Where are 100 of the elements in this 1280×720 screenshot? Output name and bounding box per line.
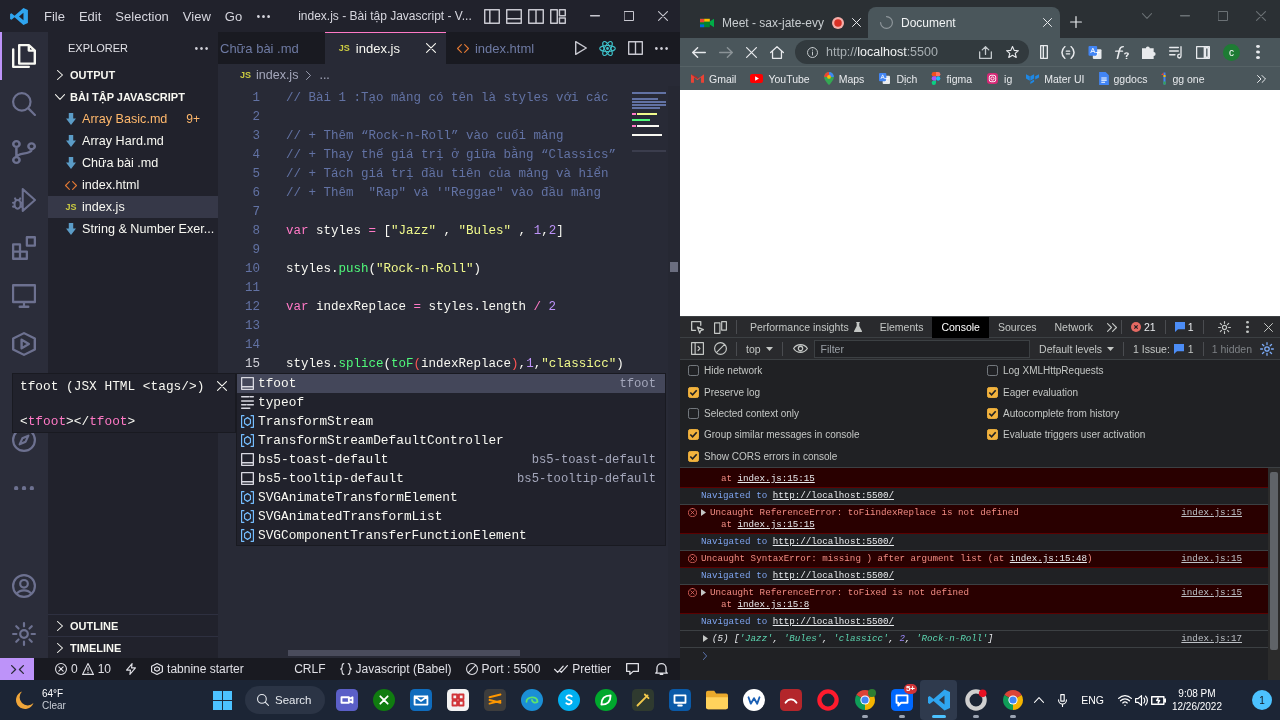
source-link[interactable]: index.js:15:8 — [737, 598, 810, 610]
extension-status[interactable]: tabnine starter — [144, 658, 251, 680]
bookmark[interactable]: ig — [979, 72, 1020, 85]
checkbox[interactable] — [987, 386, 998, 398]
minimize-icon[interactable] — [590, 15, 600, 17]
crescent-moon-icon[interactable] — [16, 691, 34, 709]
share-icon[interactable] — [979, 45, 992, 59]
line-ending-button[interactable]: CRLF — [287, 658, 333, 680]
source-link[interactable]: index.js:15 — [1181, 506, 1242, 519]
address-bar[interactable]: http://localhost:5500 — [795, 40, 1029, 64]
menu-icon[interactable] — [1245, 321, 1249, 333]
devtools-tab[interactable]: Elements — [870, 316, 933, 338]
playlist-icon[interactable] — [1169, 45, 1183, 59]
suggestion-item[interactable]: bs5-toast-default bs5-toast-default — [237, 450, 665, 469]
bookmark[interactable]: Gmail — [684, 72, 744, 85]
branch-icon[interactable] — [12, 140, 36, 164]
menu-item[interactable]: Selection — [108, 5, 176, 27]
checkbox[interactable] — [688, 386, 699, 398]
bookmark[interactable]: Maps — [816, 72, 872, 85]
suggestion-item[interactable]: SVGComponentTransferFunctionElement — [237, 526, 665, 545]
url-link[interactable]: http://localhost:5500/ — [772, 489, 894, 501]
url-link[interactable]: http://localhost:5500/ — [772, 569, 894, 581]
issues-button[interactable]: 1 Issue: 1 — [1128, 342, 1199, 355]
formatter-button[interactable]: Prettier — [547, 658, 618, 680]
back-arrow-icon[interactable] — [692, 46, 706, 58]
maximize-icon[interactable] — [624, 11, 634, 21]
devtools-tab[interactable]: Network — [1045, 316, 1102, 338]
editor-tab[interactable]: index.html — [445, 32, 561, 64]
bookmark[interactable]: Mater UI — [1019, 72, 1092, 85]
split-layout-icon[interactable] — [528, 8, 544, 24]
scrollbar-thumb[interactable] — [670, 262, 678, 272]
feedback-icon[interactable] — [626, 663, 639, 675]
suggestion-item[interactable]: typeof — [237, 393, 665, 412]
chevron-down-icon[interactable] — [1142, 13, 1152, 19]
wifi-icon[interactable] — [1117, 694, 1132, 706]
filter-field[interactable]: Filter — [813, 339, 1031, 358]
scrollbar-thumb[interactable] — [1270, 471, 1278, 650]
chevron-up-icon[interactable] — [1034, 697, 1045, 703]
devtools-tab[interactable]: Performance insights — [741, 316, 871, 338]
sidebar-icon[interactable] — [691, 342, 704, 355]
menu-item[interactable]: File — [37, 5, 72, 27]
source-link[interactable]: index.js:15 — [1181, 552, 1242, 565]
levels-dropdown[interactable]: Default levels — [1034, 342, 1120, 355]
checkbox[interactable] — [688, 407, 699, 419]
panel-layout-icon[interactable] — [506, 8, 522, 24]
function-icon[interactable] — [1115, 45, 1129, 59]
tree-item[interactable]: Array Hard.md — [48, 130, 218, 152]
more-icon[interactable] — [655, 46, 668, 50]
breadcrumb-item[interactable]: ... — [319, 68, 330, 82]
atom-icon[interactable] — [599, 39, 616, 57]
monitor-icon[interactable] — [12, 284, 36, 308]
bell-icon[interactable] — [655, 663, 668, 675]
home-icon[interactable] — [770, 45, 784, 59]
language-button[interactable]: Javascript (Babel) — [332, 658, 459, 680]
grid-layout-icon[interactable] — [550, 8, 566, 24]
sidebar-layout-icon[interactable] — [484, 8, 500, 24]
bookmark[interactable]: ggdocs — [1091, 72, 1155, 85]
microphone-icon[interactable] — [1058, 693, 1068, 707]
menu-icon[interactable] — [1256, 45, 1260, 59]
close-icon[interactable] — [1263, 322, 1273, 332]
browser-tab[interactable]: Document — [868, 7, 1060, 38]
parentheses-icon[interactable] — [1061, 45, 1075, 59]
windows-logo-icon[interactable] — [213, 690, 232, 710]
suggestion-item[interactable]: SVGAnimatedTransformList — [237, 507, 665, 526]
port-button[interactable]: Port : 5500 — [458, 658, 548, 680]
suggestion-item[interactable]: SVGAnimateTransformElement — [237, 488, 665, 507]
bookmark[interactable]: Dịch — [871, 72, 925, 85]
checkbox[interactable] — [688, 429, 699, 441]
search-button[interactable]: Search — [245, 686, 325, 714]
suggestion-item[interactable]: TransformStreamDefaultController — [237, 431, 665, 450]
device-icon[interactable] — [714, 320, 727, 334]
clock-button[interactable]: 9:08 PM 12/26/2022 — [1167, 687, 1226, 713]
tree-item[interactable]: String & Number Exer... — [48, 218, 218, 240]
profile-avatar[interactable]: c — [1223, 43, 1240, 61]
problems-button[interactable]: 0 10 — [48, 658, 119, 680]
checkbox[interactable] — [987, 407, 998, 419]
more-icon[interactable] — [257, 14, 271, 18]
breadcrumb-item[interactable]: index.js — [256, 68, 299, 82]
section-header[interactable]: OUTLINE — [48, 615, 218, 636]
menu-item[interactable]: Go — [217, 5, 250, 27]
tree-item[interactable]: Chữa bài .md — [48, 152, 218, 174]
checkbox[interactable] — [688, 365, 699, 377]
hexagon-play-icon[interactable] — [12, 332, 36, 356]
more-icon[interactable] — [195, 46, 208, 50]
bookmark[interactable]: YouTube — [743, 72, 817, 85]
taskbar-button[interactable] — [920, 680, 957, 720]
double-chevron-icon[interactable] — [1107, 322, 1117, 332]
settings-icon[interactable] — [1217, 320, 1231, 334]
info-icon[interactable] — [807, 46, 818, 58]
menu-item[interactable]: Edit — [71, 5, 109, 27]
remote-button[interactable] — [0, 658, 34, 680]
inspect-icon[interactable] — [691, 320, 704, 334]
notification-badge[interactable]: 1 — [1252, 690, 1272, 710]
suggestion-item[interactable]: bs5-tooltip-default bs5-tooltip-default — [237, 469, 665, 488]
section-header[interactable]: OUTPUT — [48, 64, 218, 86]
expand-triangle-icon[interactable] — [703, 635, 708, 643]
url-link[interactable]: http://localhost:5500/ — [772, 535, 894, 547]
new-tab-icon[interactable] — [1070, 16, 1082, 28]
menu-item[interactable]: View — [175, 5, 218, 27]
lightning-icon[interactable] — [126, 663, 137, 675]
